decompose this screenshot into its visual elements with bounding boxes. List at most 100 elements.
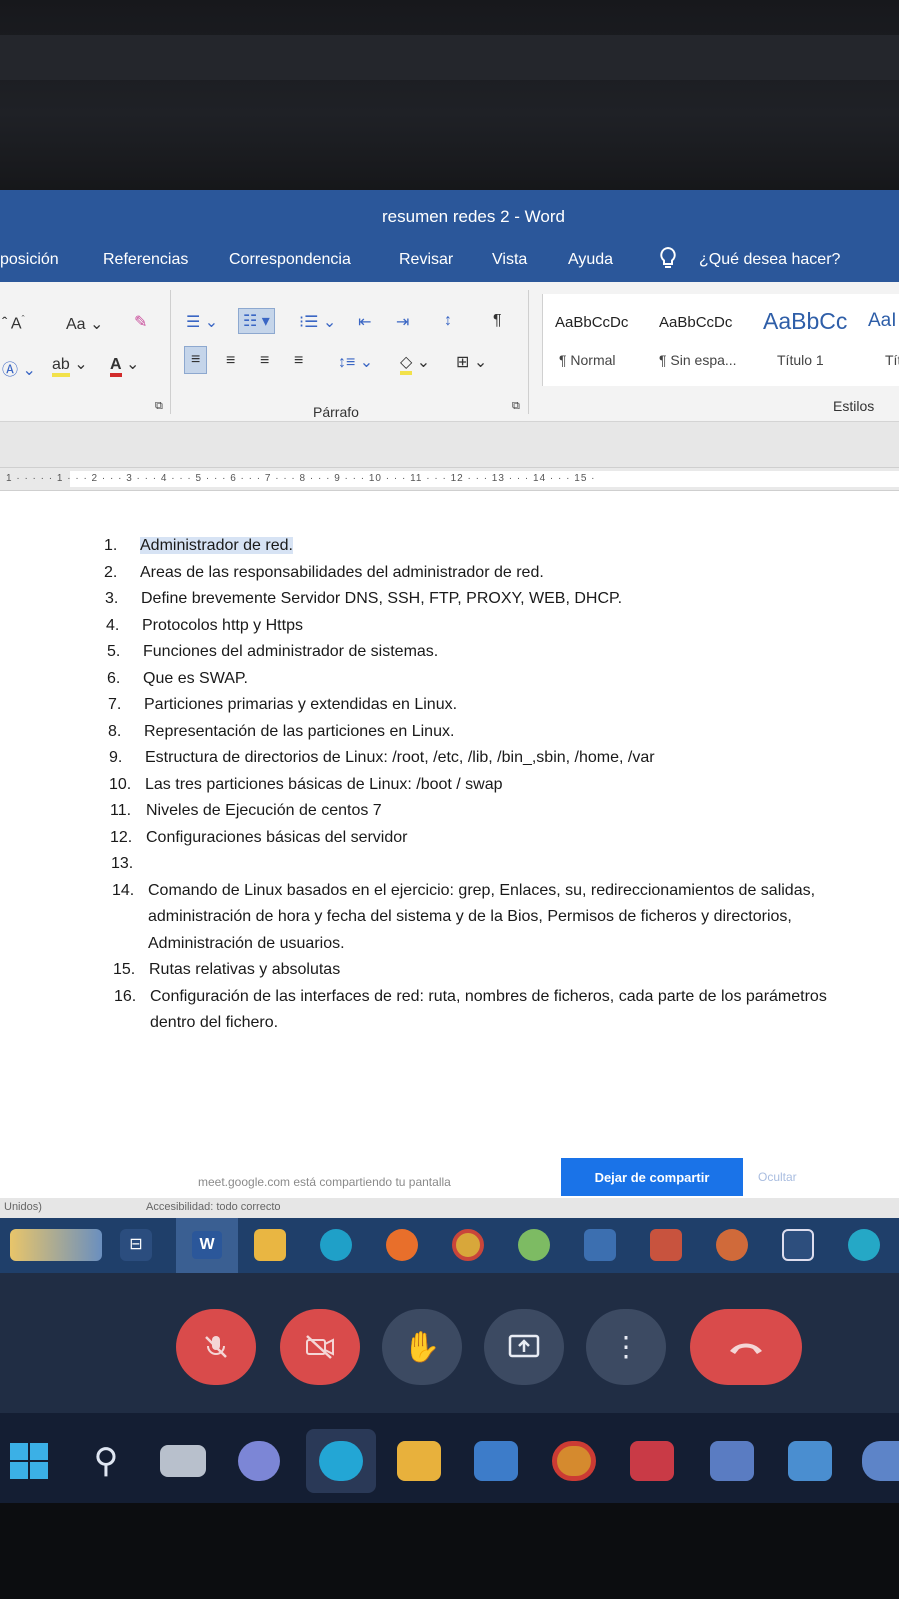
end-call-button[interactable] [690, 1309, 802, 1385]
style-preview: AaBbCcDc [555, 314, 629, 331]
app-icon[interactable] [518, 1229, 550, 1261]
ribbon-gap [0, 422, 899, 467]
highlight-color-icon[interactable]: ab ⌄ [52, 354, 88, 377]
numbered-list: 1. Administrador de red. 2. Areas de las r… [104, 533, 874, 1037]
align-left-icon[interactable]: ≡ [184, 346, 208, 374]
list-item[interactable]: 7. Particiones primarias y extendidas en … [108, 692, 874, 719]
menu-vista[interactable]: Vista [492, 251, 527, 269]
style-name: Título 1 [777, 352, 824, 368]
windows-start-icon[interactable] [8, 1441, 52, 1481]
change-case-button[interactable]: Aa ⌄ [66, 314, 103, 334]
numbering-icon[interactable]: ☷ ▾ [238, 308, 275, 334]
search-icon[interactable]: ⚲ [84, 1441, 128, 1481]
phone-hangup-icon [730, 1343, 762, 1354]
list-item[interactable]: 11. Niveles de Ejecución de centos 7 [110, 798, 874, 825]
divider [170, 290, 171, 414]
document-page[interactable]: 1. Administrador de red. 2. Areas de las r… [0, 491, 899, 1261]
top-band [0, 35, 899, 80]
item-number: 15. [113, 961, 136, 978]
item-number: 5. [107, 643, 121, 660]
menu-revisar[interactable]: Revisar [399, 251, 453, 269]
list-item[interactable]: 15. Rutas relativas y absolutas [113, 957, 874, 984]
align-right-icon[interactable]: ≡ [260, 352, 269, 370]
decrease-indent-icon[interactable]: ⇤ [358, 312, 371, 332]
list-item[interactable]: 8. Representación de las particiones en L… [108, 719, 874, 746]
grow-font-icon[interactable]: ˆ Aˆ [2, 314, 25, 333]
text-effects-icon[interactable]: Ⓐ ⌄ [2, 356, 36, 380]
list-item[interactable]: 4. Protocolos http y Https [106, 613, 874, 640]
list-item[interactable]: 2. Areas de las responsabilidades del adm… [104, 560, 874, 587]
list-item[interactable]: 16. Configuración de las interfaces de re… [114, 984, 874, 1037]
camera-app-icon[interactable] [848, 1229, 880, 1261]
ruler[interactable]: 1 · · · · · 1 · · · 2 · · · 3 · · · 4 · … [0, 467, 899, 491]
shading-icon[interactable]: ◇ ⌄ [400, 352, 430, 375]
present-button[interactable] [484, 1309, 564, 1385]
more-options-button[interactable]: ⋮ [586, 1309, 666, 1385]
task-view-icon[interactable] [160, 1445, 206, 1477]
justify-icon[interactable]: ≡ [294, 352, 303, 370]
raise-hand-button[interactable]: ✋ [382, 1309, 462, 1385]
edge-taskbar-button[interactable] [306, 1429, 376, 1493]
file-explorer-icon[interactable] [254, 1229, 286, 1261]
lightbulb-icon [660, 246, 676, 268]
show-marks-icon[interactable]: ¶ [493, 312, 502, 330]
camera-off-button[interactable] [280, 1309, 360, 1385]
clear-format-icon[interactable]: ✎ [134, 312, 147, 332]
menu-bar: posición Referencias Correspondencia Rev… [0, 240, 899, 282]
list-item[interactable]: 12. Configuraciones básicas del servidor [110, 825, 874, 852]
item-number: 14. [112, 881, 135, 899]
list-item[interactable]: 5. Funciones del administrador de sistema… [107, 639, 874, 666]
increase-indent-icon[interactable]: ⇥ [396, 312, 409, 332]
stop-sharing-button[interactable]: Dejar de compartir [561, 1158, 743, 1196]
task-view-icon[interactable]: ⊟ [120, 1229, 152, 1261]
chrome-icon[interactable] [452, 1229, 484, 1261]
paragraph-dialog-launcher-icon[interactable]: ⧉ [512, 400, 520, 413]
share-notice: meet.google.com está compartiendo tu pan… [198, 1175, 451, 1189]
chat-icon[interactable] [238, 1441, 280, 1481]
menu-ayuda[interactable]: Ayuda [568, 251, 613, 269]
line-spacing-icon[interactable]: ↕≡ ⌄ [338, 352, 373, 372]
menu-disposicion[interactable]: posición [0, 251, 59, 269]
mail-icon[interactable] [788, 1441, 832, 1481]
mute-mic-button[interactable] [176, 1309, 256, 1385]
item-number: 9. [109, 749, 123, 766]
anydesk-icon[interactable] [630, 1441, 674, 1481]
edge-icon[interactable] [320, 1229, 352, 1261]
user-app-icon[interactable] [782, 1229, 814, 1261]
tell-me-search[interactable]: ¿Qué desea hacer? [699, 251, 840, 269]
app-icon[interactable] [650, 1229, 682, 1261]
cube-app-icon[interactable] [584, 1229, 616, 1261]
graduation-app-icon[interactable] [10, 1229, 102, 1261]
list-item[interactable]: 13. [111, 851, 874, 878]
align-center-icon[interactable]: ≡ [226, 352, 235, 370]
item-number: 3. [105, 590, 119, 607]
chrome-icon[interactable] [716, 1229, 748, 1261]
hide-link[interactable]: Ocultar [758, 1170, 797, 1184]
app-icon[interactable] [710, 1441, 754, 1481]
list-item[interactable]: 10. Las tres particiones básicas de Linux… [109, 772, 874, 799]
accessibility-status[interactable]: Accesibilidad: todo correcto [146, 1201, 281, 1213]
app-icon[interactable] [862, 1441, 899, 1481]
bullets-icon[interactable]: ☰ ⌄ [186, 312, 218, 332]
divider [528, 290, 529, 414]
paragraph-group-label: Párrafo [313, 404, 359, 420]
font-color-icon[interactable]: A ⌄ [110, 354, 139, 377]
language-status[interactable]: Unidos) [4, 1201, 42, 1213]
file-explorer-icon[interactable] [397, 1441, 441, 1481]
word-taskbar-icon[interactable]: W [176, 1218, 238, 1273]
app-icon[interactable] [474, 1441, 518, 1481]
menu-correspondencia[interactable]: Correspondencia [229, 251, 351, 269]
sort-icon[interactable]: ↕ [444, 312, 452, 330]
list-item[interactable]: 9. Estructura de directorios de Linux: /r… [109, 745, 874, 772]
list-item[interactable]: 6. Que es SWAP. [107, 666, 874, 693]
menu-referencias[interactable]: Referencias [103, 251, 188, 269]
item-text: Administrador de red. [140, 537, 293, 554]
chrome-icon[interactable] [552, 1441, 596, 1481]
list-item[interactable]: 3. Define brevemente Servidor DNS, SSH, F… [105, 586, 874, 613]
font-dialog-launcher-icon[interactable]: ⧉ [155, 400, 163, 413]
borders-icon[interactable]: ⊞ ⌄ [456, 352, 487, 372]
list-item[interactable]: 14. Comando de Linux basados en el ejerci… [112, 878, 874, 958]
list-item[interactable]: 1. Administrador de red. [104, 533, 874, 560]
multilevel-list-icon[interactable]: ⁝☰ ⌄ [299, 312, 336, 332]
firefox-icon[interactable] [386, 1229, 418, 1261]
